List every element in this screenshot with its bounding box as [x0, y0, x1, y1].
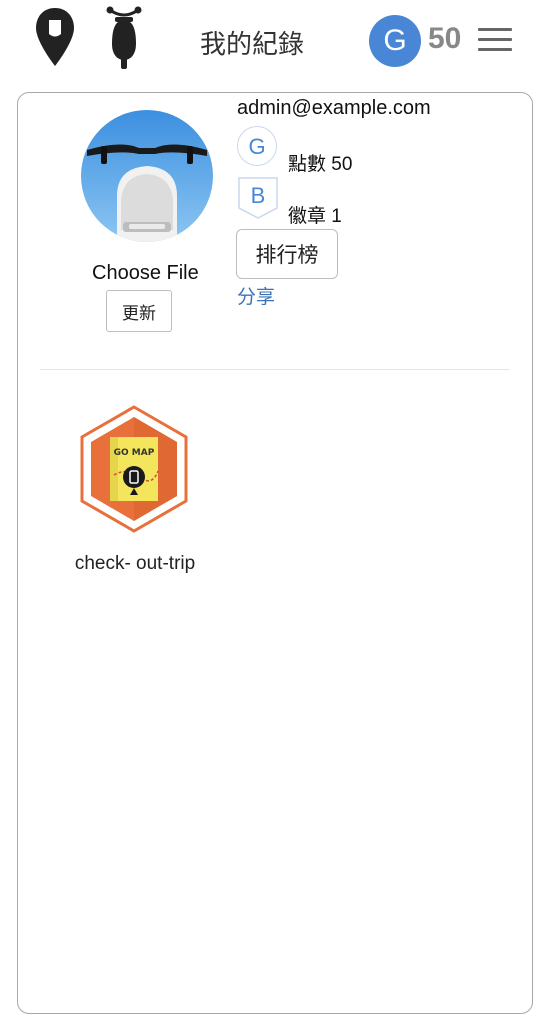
share-link[interactable]: 分享 — [237, 282, 275, 309]
badge-shield-letter: B — [251, 183, 266, 208]
hamburger-menu-icon[interactable] — [478, 28, 512, 54]
badge-shield-icon: B — [238, 177, 278, 219]
badge-image-text: GO MAP — [114, 448, 155, 458]
user-email: admin@example.com — [237, 97, 431, 119]
location-pin-icon[interactable] — [34, 6, 76, 68]
scooter-photo-icon — [81, 110, 213, 242]
profile-card: Choose File 更新 admin@example.com G 點數 50… — [17, 92, 533, 1014]
avatar[interactable] — [81, 110, 213, 242]
go-map-badge-icon: GO MAP — [80, 405, 188, 533]
points-badge-icon[interactable]: G — [369, 15, 421, 67]
top-bar: 我的紀錄 G 50 — [0, 0, 550, 84]
points-label: 點數 50 — [288, 154, 353, 175]
choose-file-button[interactable]: Choose File — [92, 262, 199, 285]
badge-name: check- out-trip — [74, 553, 196, 574]
page-title: 我的紀錄 — [200, 30, 305, 60]
ranking-button[interactable]: 排行榜 — [236, 229, 338, 279]
scooter-icon[interactable] — [104, 4, 144, 70]
points-icon: G — [237, 126, 277, 166]
update-button[interactable]: 更新 — [106, 290, 172, 332]
points-count: 50 — [428, 22, 462, 55]
section-divider — [40, 369, 510, 370]
badges-label: 徽章 1 — [288, 206, 342, 227]
